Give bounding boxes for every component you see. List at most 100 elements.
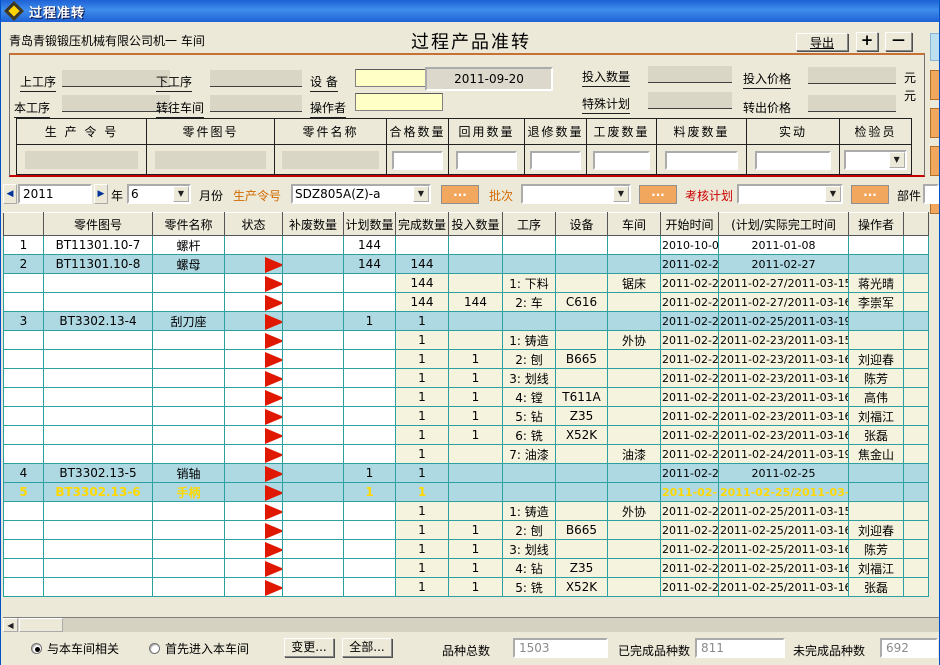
cell-shop[interactable]: [608, 483, 661, 502]
cell-repair[interactable]: [283, 293, 344, 312]
part-input[interactable]: [923, 184, 939, 204]
cell-name[interactable]: [153, 274, 225, 293]
radio-unselected-icon[interactable]: [149, 643, 160, 654]
cell-drawing[interactable]: [44, 426, 153, 445]
radio-first-enter-workshop[interactable]: 首先进入本车间: [149, 640, 249, 657]
cell-shop[interactable]: [608, 369, 661, 388]
pad-cell[interactable]: [904, 369, 929, 388]
cell-plan[interactable]: 144: [344, 236, 396, 255]
cell-shop[interactable]: [608, 293, 661, 312]
status-cell[interactable]: [225, 407, 283, 426]
cell-equip[interactable]: [556, 369, 608, 388]
cell-start[interactable]: 2010-10-01: [661, 236, 719, 255]
cell-equip[interactable]: [556, 540, 608, 559]
radio-selected-icon[interactable]: [31, 643, 42, 654]
cell-equip[interactable]: B665: [556, 521, 608, 540]
detail-cell[interactable]: [275, 145, 387, 175]
cell-name[interactable]: [153, 331, 225, 350]
cell-finish[interactable]: 2011-02-23/2011-03-16: [719, 350, 849, 369]
detail-cell[interactable]: [747, 145, 840, 175]
cell-proc[interactable]: 6: 铣: [503, 426, 556, 445]
cell-input[interactable]: [449, 483, 503, 502]
pad-cell[interactable]: [904, 426, 929, 445]
cell-shop[interactable]: [608, 521, 661, 540]
cell-no[interactable]: 1: [4, 236, 44, 255]
cell-done[interactable]: 1: [396, 483, 449, 502]
cell-start[interactable]: 2011-02-24: [661, 312, 719, 331]
cell-name[interactable]: [153, 559, 225, 578]
cell-name[interactable]: [153, 293, 225, 312]
grid-column-header[interactable]: 车间: [608, 213, 661, 236]
grid-column-header[interactable]: 状态: [225, 213, 283, 236]
cell-proc[interactable]: 3: 划线: [503, 369, 556, 388]
cell-finish[interactable]: 2011-02-24/2011-03-19: [719, 445, 849, 464]
grid-column-header[interactable]: 投入数量: [449, 213, 503, 236]
cell-done[interactable]: 1: [396, 578, 449, 597]
qty-input[interactable]: [755, 151, 830, 170]
cell-equip[interactable]: [556, 445, 608, 464]
table-row[interactable]: 1BT11301.10-7螺杆1442010-10-012011-01-08: [4, 236, 929, 255]
cell-input[interactable]: [449, 464, 503, 483]
cell-finish[interactable]: 2011-02-23/2011-03-16: [719, 369, 849, 388]
order-browse-button[interactable]: ...: [441, 185, 479, 204]
table-row[interactable]: 113: 划线2011-02-252011-02-25/2011-03-16陈芳: [4, 540, 929, 559]
status-cell[interactable]: [225, 255, 283, 274]
detail-cell[interactable]: ▼: [840, 145, 911, 175]
cell-name[interactable]: [153, 388, 225, 407]
chevron-down-icon[interactable]: ▼: [825, 186, 841, 202]
pad-cell[interactable]: [904, 293, 929, 312]
cell-drawing[interactable]: [44, 445, 153, 464]
grid-column-header[interactable]: 补废数量: [283, 213, 344, 236]
grid-column-header[interactable]: 计划数量: [344, 213, 396, 236]
cell-plan[interactable]: [344, 559, 396, 578]
detail-cell[interactable]: [587, 145, 657, 175]
year-next-button[interactable]: ▶: [94, 184, 108, 204]
batch-combobox[interactable]: ▼: [521, 184, 631, 204]
cell-equip[interactable]: [556, 331, 608, 350]
cell-done[interactable]: 144: [396, 293, 449, 312]
cell-op[interactable]: [849, 502, 904, 521]
special-plan-field[interactable]: [648, 92, 732, 109]
cell-drawing[interactable]: [44, 407, 153, 426]
cell-proc[interactable]: 4: 镗: [503, 388, 556, 407]
cell-name[interactable]: [153, 445, 225, 464]
cell-no[interactable]: [4, 559, 44, 578]
cell-no[interactable]: [4, 274, 44, 293]
table-row[interactable]: 114: 镗T611A2011-02-232011-02-23/2011-03-…: [4, 388, 929, 407]
radio-related-workshop[interactable]: 与本车间相关: [31, 640, 119, 657]
qty-input[interactable]: [665, 151, 738, 170]
pad-cell[interactable]: [904, 331, 929, 350]
cell-op[interactable]: 刘迎春: [849, 350, 904, 369]
cell-repair[interactable]: [283, 445, 344, 464]
cell-no[interactable]: [4, 293, 44, 312]
table-row[interactable]: 2BT11301.10-8螺母1441442011-02-272011-02-2…: [4, 255, 929, 274]
cell-drawing[interactable]: [44, 502, 153, 521]
status-cell[interactable]: [225, 559, 283, 578]
cell-input[interactable]: [449, 274, 503, 293]
cell-proc[interactable]: 1: 下料: [503, 274, 556, 293]
cell-repair[interactable]: [283, 274, 344, 293]
cell-repair[interactable]: [283, 350, 344, 369]
cell-equip[interactable]: T611A: [556, 388, 608, 407]
table-row[interactable]: 1441442: 车C6162011-02-272011-02-27/2011-…: [4, 293, 929, 312]
cell-input[interactable]: 1: [449, 369, 503, 388]
pad-cell[interactable]: [904, 540, 929, 559]
cell-name[interactable]: [153, 407, 225, 426]
cell-finish[interactable]: 2011-02-25/2011-03-19: [719, 312, 849, 331]
cell-done[interactable]: 1: [396, 369, 449, 388]
cell-equip[interactable]: Z35: [556, 407, 608, 426]
cell-start[interactable]: 2011-02-23: [661, 369, 719, 388]
cell-finish[interactable]: 2011-02-25/2011-03-16: [719, 483, 849, 502]
cell-no[interactable]: [4, 578, 44, 597]
status-cell[interactable]: [225, 578, 283, 597]
cell-plan[interactable]: [344, 502, 396, 521]
detail-cell[interactable]: [147, 145, 275, 175]
cell-op[interactable]: [849, 255, 904, 274]
cell-drawing[interactable]: BT3302.13-6: [44, 483, 153, 502]
pad-cell[interactable]: [904, 274, 929, 293]
status-cell[interactable]: [225, 293, 283, 312]
cell-op[interactable]: 陈芳: [849, 540, 904, 559]
cell-op[interactable]: [849, 464, 904, 483]
cell-done[interactable]: 1: [396, 559, 449, 578]
status-cell[interactable]: [225, 521, 283, 540]
